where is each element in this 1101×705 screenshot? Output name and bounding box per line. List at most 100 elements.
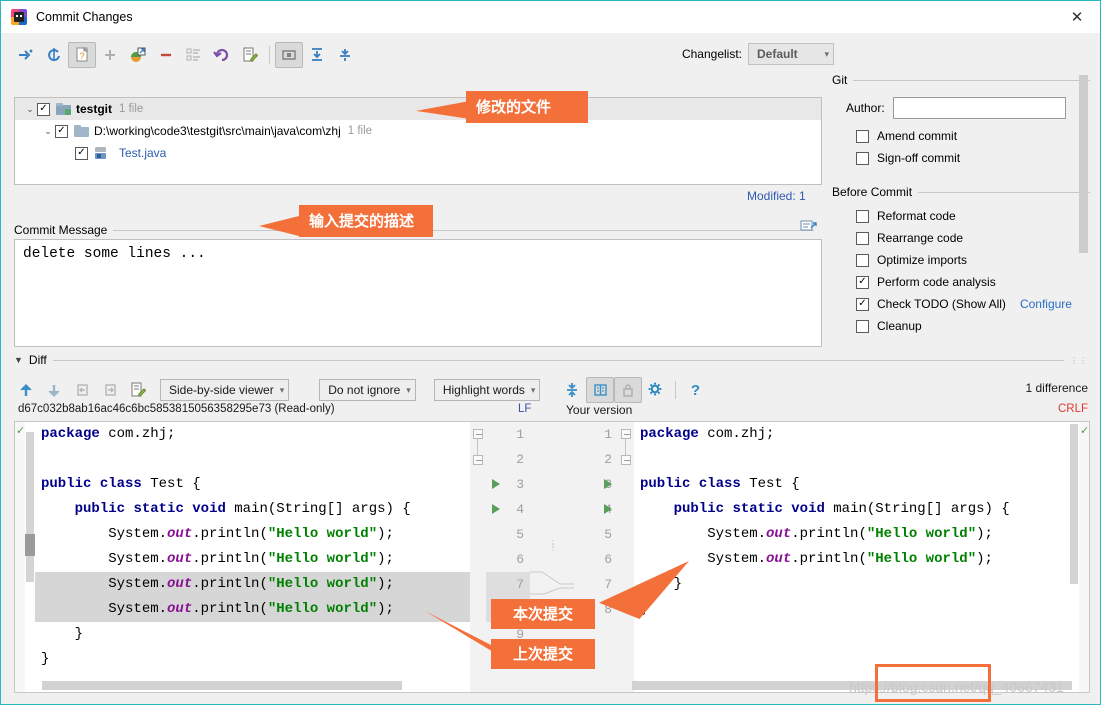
- commit-message-input[interactable]: delete some lines ...: [14, 239, 822, 347]
- changed-files-tree[interactable]: ⌄ ✓ testgit 1 file ⌄ ✓ D:\working\code3\…: [14, 97, 822, 185]
- show-diff-icon[interactable]: [12, 42, 40, 68]
- code-line: }: [634, 572, 1069, 597]
- tree-checkbox[interactable]: ✓: [37, 102, 50, 116]
- tree-checkbox[interactable]: ✓: [75, 146, 88, 160]
- tree-label[interactable]: Test.java: [119, 146, 166, 160]
- changelist-dropdown[interactable]: Default ▾: [748, 43, 834, 65]
- unversioned-files-icon[interactable]: ?: [68, 42, 96, 68]
- delete-icon[interactable]: [152, 42, 180, 68]
- checkbox-amend-commit[interactable]: Amend commit: [856, 129, 1090, 143]
- diff-help-icon[interactable]: ?: [681, 377, 709, 403]
- chevron-down-icon[interactable]: ▼: [14, 355, 23, 365]
- checkbox-box[interactable]: [856, 231, 869, 245]
- divider: [853, 79, 1090, 81]
- checkbox-label: Cleanup: [877, 319, 922, 333]
- scrollbar-thumb[interactable]: [1070, 424, 1078, 584]
- title-bar: Commit Changes ✕: [1, 1, 1100, 33]
- tree-row-changelist[interactable]: ⌄ ✓ testgit 1 file: [15, 98, 821, 120]
- run-gutter-icon[interactable]: [604, 504, 612, 514]
- right-vertical-scrollbar[interactable]: [1069, 422, 1079, 692]
- splitter-handle[interactable]: ⋮⋮: [1070, 356, 1088, 365]
- right-fold-column[interactable]: [618, 422, 634, 692]
- line-number: 6: [516, 552, 524, 567]
- run-gutter-icon[interactable]: [604, 479, 612, 489]
- refresh-icon[interactable]: [40, 42, 68, 68]
- run-gutter-icon[interactable]: [492, 504, 500, 514]
- checkbox-sign-off-commit[interactable]: Sign-off commit: [856, 151, 1090, 165]
- tree-file-count: 1 file: [347, 125, 373, 137]
- run-gutter-icon[interactable]: [492, 479, 500, 489]
- scrollbar-thumb[interactable]: [26, 432, 34, 582]
- configure-link[interactable]: Configure: [1020, 297, 1072, 311]
- checkbox-box[interactable]: [856, 129, 869, 143]
- settings-gear-icon[interactable]: [642, 377, 670, 403]
- divider: [52, 359, 1064, 361]
- checkbox-box[interactable]: ✓: [856, 297, 869, 311]
- left-horizontal-scrollbar[interactable]: [42, 681, 402, 690]
- diff-section-header: ▼ Diff ⋮⋮: [14, 353, 1088, 367]
- expand-all-icon[interactable]: [303, 42, 331, 68]
- checkbox-box[interactable]: [856, 209, 869, 223]
- collapse-unchanged-icon[interactable]: [558, 377, 586, 403]
- scrollbar-thumb[interactable]: [1079, 75, 1088, 253]
- checkbox-box[interactable]: ✓: [856, 275, 869, 289]
- group-by-directory-icon[interactable]: [275, 42, 303, 68]
- git-section-header: Git: [832, 73, 1090, 87]
- group-by-icon[interactable]: [180, 42, 208, 68]
- annotation-commit-highlight: [875, 664, 991, 702]
- checkbox-box[interactable]: [856, 151, 869, 165]
- message-history-icon[interactable]: [800, 219, 818, 235]
- modified-count-label: Modified: 1: [747, 189, 806, 203]
- checkbox-rearrange-code[interactable]: Rearrange code: [856, 231, 1090, 245]
- accept-left-icon[interactable]: [68, 377, 96, 403]
- author-field-row: Author:: [846, 97, 1090, 119]
- checkbox-perform-code-analysis[interactable]: ✓ Perform code analysis: [856, 275, 1090, 289]
- diff-section-title: Diff: [28, 353, 47, 367]
- code-line: }: [41, 626, 84, 642]
- edit-source-icon[interactable]: [236, 42, 264, 68]
- chevron-down-icon[interactable]: ⌄: [41, 126, 55, 137]
- checkbox-cleanup[interactable]: Cleanup: [856, 319, 1090, 333]
- author-input[interactable]: [892, 97, 1066, 119]
- code-line: System.out.println("Hello world");: [35, 572, 470, 597]
- checkbox-box[interactable]: [856, 253, 869, 267]
- splitter-grip[interactable]: ⋮ ⋮: [549, 540, 557, 552]
- previous-difference-icon[interactable]: [12, 377, 40, 403]
- scrollbar-thumb-active[interactable]: [25, 534, 35, 556]
- left-diff-code[interactable]: package com.zhj; public class Test { pub…: [35, 422, 470, 692]
- svg-text:?: ?: [79, 51, 84, 61]
- viewer-mode-value: Side-by-side viewer: [169, 383, 274, 397]
- checkbox-optimize-imports[interactable]: Optimize imports: [856, 253, 1090, 267]
- right-diff-code[interactable]: package com.zhj; public class Test { pub…: [634, 422, 1069, 692]
- tree-row-file[interactable]: ✓ Test.java: [15, 142, 821, 164]
- viewer-mode-dropdown[interactable]: Side-by-side viewer ▾: [160, 379, 290, 401]
- highlight-mode-dropdown[interactable]: Highlight words ▾: [433, 379, 541, 401]
- chevron-down-icon[interactable]: ⌄: [23, 104, 37, 115]
- add-icon[interactable]: [96, 42, 124, 68]
- checkbox-box[interactable]: [856, 319, 869, 333]
- read-only-lock-icon[interactable]: [614, 377, 643, 403]
- checkbox-check-todo[interactable]: ✓ Check TODO (Show All) Configure: [856, 297, 1090, 311]
- rollback-icon[interactable]: [208, 42, 236, 68]
- next-difference-icon[interactable]: [40, 377, 68, 403]
- move-to-changelist-icon[interactable]: [124, 42, 152, 68]
- chevron-down-icon: ▾: [406, 384, 411, 395]
- left-fold-column[interactable]: [470, 422, 486, 692]
- options-scrollbar[interactable]: [1079, 73, 1088, 343]
- edit-source-icon[interactable]: [124, 377, 152, 403]
- accept-right-icon[interactable]: [96, 377, 124, 403]
- checkbox-reformat-code[interactable]: Reformat code: [856, 209, 1090, 223]
- left-vertical-scrollbar[interactable]: [25, 422, 35, 692]
- two-side-view-icon[interactable]: [586, 377, 615, 403]
- close-icon[interactable]: ✕: [1054, 1, 1100, 32]
- window-title: Commit Changes: [36, 10, 133, 24]
- tree-checkbox[interactable]: ✓: [55, 124, 68, 138]
- code-line: System.out.println("Hello world");: [640, 526, 993, 542]
- line-number: 1: [604, 427, 612, 442]
- right-line-ending-label: CRLF: [1057, 403, 1088, 415]
- collapse-all-icon[interactable]: [331, 42, 359, 68]
- tree-row-directory[interactable]: ⌄ ✓ D:\working\code3\testgit\src\main\ja…: [15, 120, 821, 142]
- ignore-mode-value: Do not ignore: [328, 383, 401, 397]
- ignore-mode-dropdown[interactable]: Do not ignore ▾: [319, 379, 416, 401]
- annotation-commit-description: 输入提交的描述: [299, 205, 433, 238]
